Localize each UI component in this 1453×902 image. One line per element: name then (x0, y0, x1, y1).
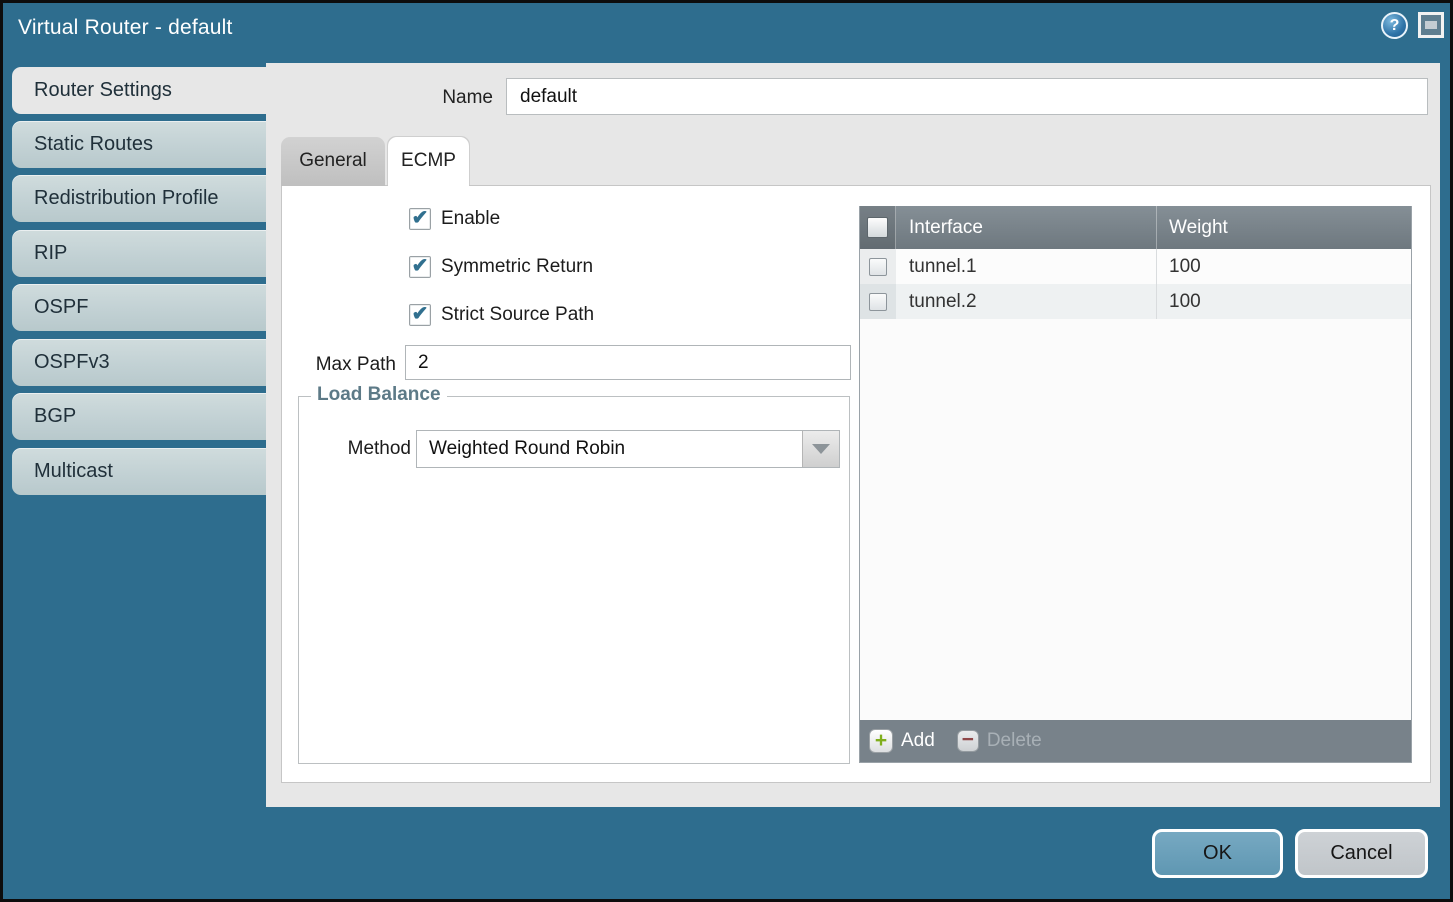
cell-interface: tunnel.2 (896, 284, 1157, 319)
plus-icon: + (869, 729, 893, 753)
chevron-down-icon (812, 444, 830, 454)
minus-icon: − (957, 730, 979, 752)
tab-general[interactable]: General (281, 137, 385, 186)
row-checkbox[interactable] (869, 293, 887, 311)
titlebar: Virtual Router - default ? (3, 3, 1450, 56)
name-input[interactable] (506, 78, 1428, 115)
add-label: Add (901, 730, 935, 752)
table-toolbar: + Add − Delete (860, 720, 1411, 762)
column-header-weight[interactable]: Weight (1157, 206, 1411, 249)
table-header: Interface Weight (860, 206, 1411, 249)
table-empty-area (860, 319, 1411, 720)
help-icon[interactable]: ? (1381, 12, 1408, 39)
cell-weight: 100 (1157, 249, 1411, 284)
strict-source-path-option-row: ✔ Strict Source Path (409, 304, 594, 326)
method-dropdown[interactable]: Weighted Round Robin (416, 430, 840, 468)
cell-interface: tunnel.1 (896, 249, 1157, 284)
strict-source-path-label: Strict Source Path (441, 304, 594, 326)
virtual-router-dialog: Virtual Router - default ? Router Settin… (0, 0, 1453, 902)
delete-label: Delete (987, 730, 1042, 752)
sidebar-item-rip[interactable]: RIP (12, 230, 266, 277)
max-path-input[interactable] (405, 345, 851, 380)
cell-weight: 100 (1157, 284, 1411, 319)
select-all-checkbox[interactable] (867, 217, 888, 238)
column-header-interface[interactable]: Interface (896, 206, 1157, 249)
load-balance-group: Load Balance Method Weighted Round Robin (298, 396, 850, 764)
sidebar-item-redistribution-profile[interactable]: Redistribution Profile (12, 175, 266, 222)
window-restore-icon[interactable] (1418, 12, 1444, 38)
table-row[interactable]: tunnel.2 100 (860, 284, 1411, 319)
check-icon: ✔ (412, 208, 429, 228)
add-button[interactable]: + Add (869, 729, 935, 753)
symmetric-return-option-row: ✔ Symmetric Return (409, 256, 593, 278)
main-panel: Name General ECMP ✔ Enable ✔ Symmetric R… (266, 63, 1440, 807)
enable-label: Enable (441, 208, 500, 230)
row-checkbox[interactable] (869, 258, 887, 276)
table-row[interactable]: tunnel.1 100 (860, 249, 1411, 284)
dialog-title: Virtual Router - default (18, 16, 233, 40)
method-label: Method (319, 438, 411, 460)
strict-source-path-checkbox[interactable]: ✔ (409, 304, 431, 326)
ok-button[interactable]: OK (1152, 829, 1283, 878)
max-path-label: Max Path (300, 354, 396, 376)
interface-table: Interface Weight tunnel.1 100 tunnel.2 1… (859, 206, 1412, 763)
sidebar-item-router-settings[interactable]: Router Settings (12, 67, 266, 114)
tab-ecmp[interactable]: ECMP (388, 137, 469, 186)
load-balance-legend: Load Balance (311, 384, 447, 406)
sidebar-item-bgp[interactable]: BGP (12, 393, 266, 440)
sidebar-item-ospf[interactable]: OSPF (12, 284, 266, 331)
sidebar-item-static-routes[interactable]: Static Routes (12, 121, 266, 168)
delete-button[interactable]: − Delete (957, 730, 1042, 752)
dropdown-button[interactable] (802, 431, 839, 467)
check-icon: ✔ (412, 304, 429, 324)
ecmp-tab-content: ✔ Enable ✔ Symmetric Return ✔ Strict Sou… (281, 185, 1431, 783)
cancel-button[interactable]: Cancel (1295, 829, 1428, 878)
enable-checkbox[interactable]: ✔ (409, 208, 431, 230)
sidebar-item-ospfv3[interactable]: OSPFv3 (12, 339, 266, 386)
enable-option-row: ✔ Enable (409, 208, 500, 230)
symmetric-return-label: Symmetric Return (441, 256, 593, 278)
sidebar-item-multicast[interactable]: Multicast (12, 448, 266, 495)
method-value: Weighted Round Robin (429, 438, 625, 460)
symmetric-return-checkbox[interactable]: ✔ (409, 256, 431, 278)
check-icon: ✔ (412, 256, 429, 276)
name-label: Name (403, 87, 493, 109)
